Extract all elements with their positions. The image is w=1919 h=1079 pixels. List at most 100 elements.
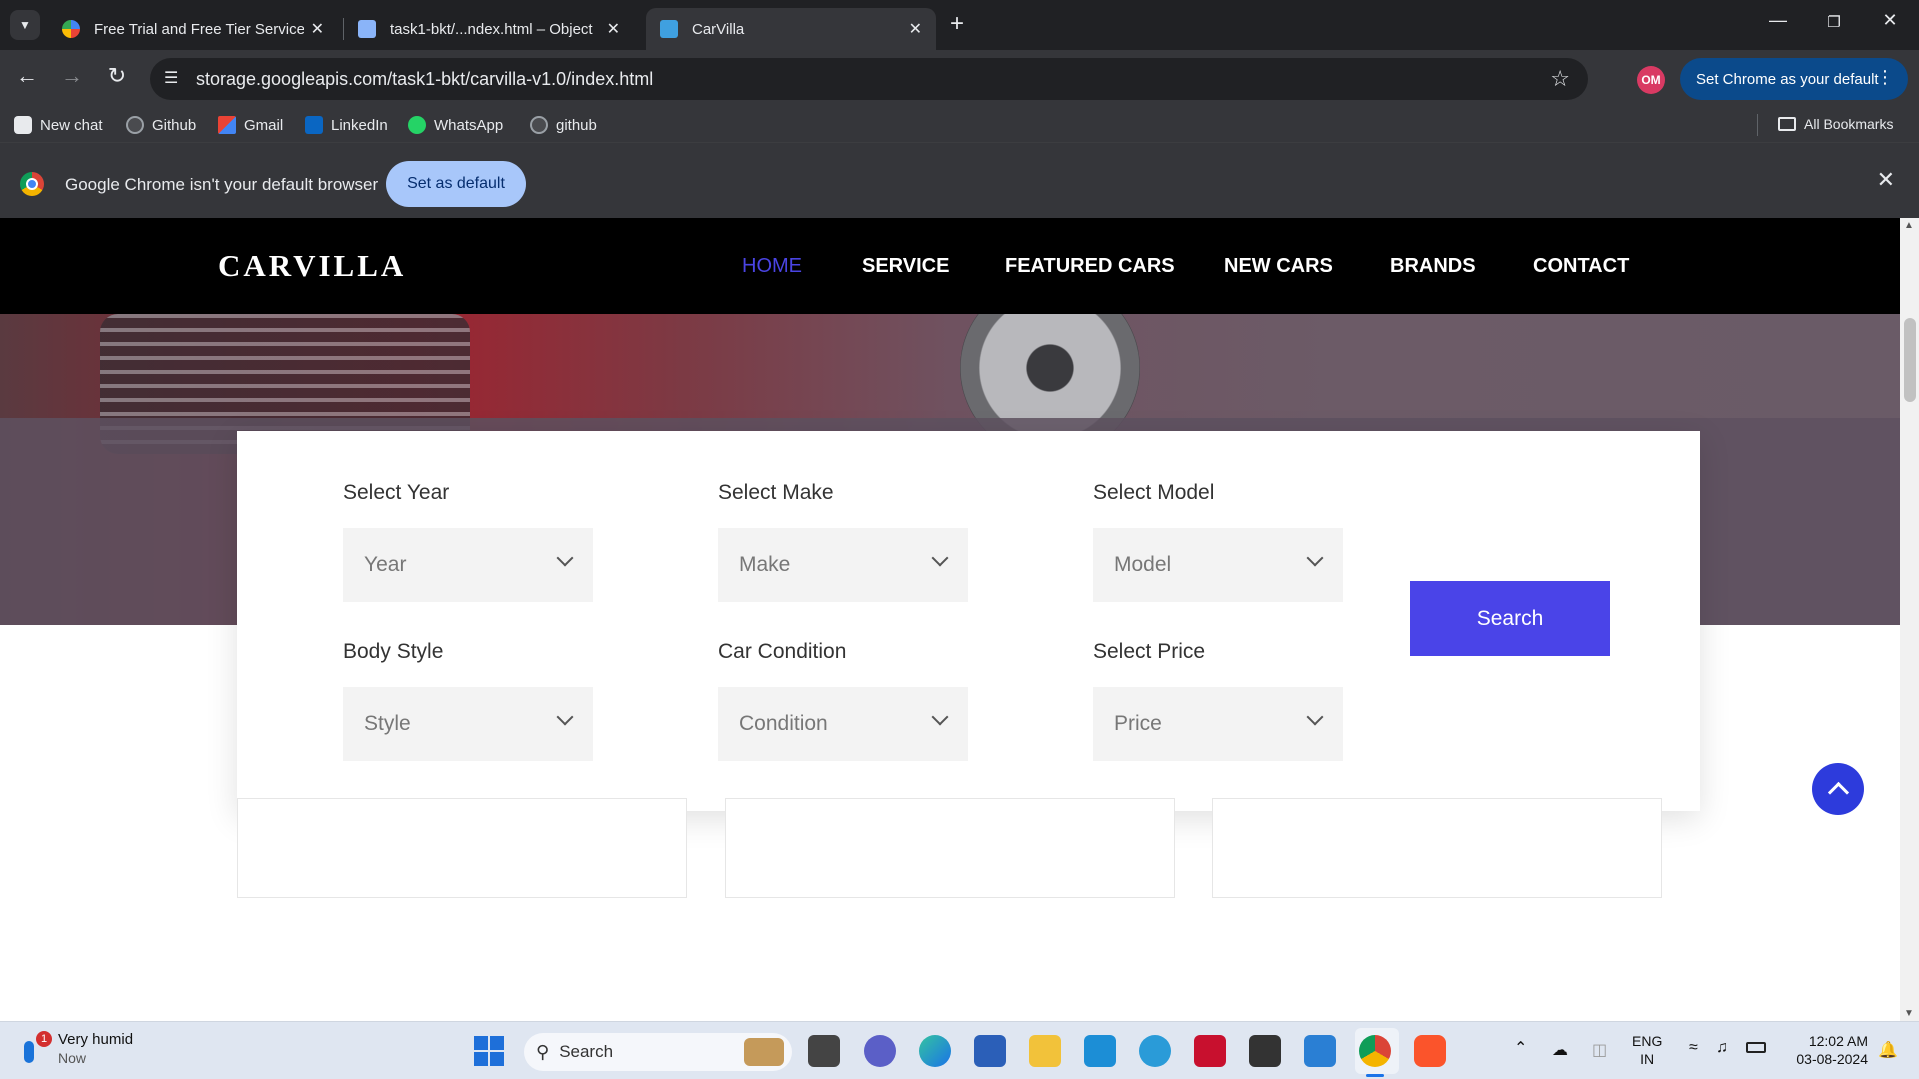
nav-contact[interactable]: CONTACT: [1533, 255, 1629, 278]
style-select[interactable]: Style: [343, 687, 593, 761]
wifi-icon[interactable]: ≈: [1689, 1039, 1698, 1057]
bookmark-github-2[interactable]: github: [530, 116, 597, 134]
language-indicator[interactable]: ENG IN: [1632, 1032, 1662, 1068]
bookmark-whatsapp[interactable]: WhatsApp: [408, 116, 503, 134]
bookmark-label: Gmail: [244, 116, 284, 134]
service-card: [237, 798, 687, 898]
close-infobar-icon[interactable]: ✕: [1877, 167, 1895, 193]
scroll-to-top-button[interactable]: [1812, 763, 1864, 815]
all-bookmarks-button[interactable]: All Bookmarks: [1778, 116, 1893, 132]
volume-icon[interactable]: ♫: [1716, 1039, 1728, 1057]
taskbar-search[interactable]: ⚲ Search: [524, 1033, 792, 1071]
bookmark-label: LinkedIn: [331, 116, 388, 134]
taskbar-clock[interactable]: 12:02 AM 03-08-2024: [1786, 1032, 1868, 1068]
set-chrome-default-button[interactable]: Set Chrome as your default ⋮: [1680, 58, 1908, 100]
service-card: [1212, 798, 1662, 898]
reload-icon[interactable]: ↻: [102, 63, 132, 89]
bookmark-label: New chat: [40, 116, 103, 134]
tab-object[interactable]: task1-bkt/...ndex.html – Object ✕: [344, 8, 634, 50]
new-tab-button[interactable]: +: [950, 10, 964, 38]
chevron-down-icon: [556, 708, 574, 726]
weather-text: Very humid: [58, 1031, 134, 1048]
page-viewport: CARVILLA HOME SERVICE FEATURED CARS NEW …: [0, 218, 1900, 1021]
tab-title: task1-bkt/...ndex.html – Object: [390, 20, 593, 38]
weather-widget[interactable]: 1 Very humid Now: [20, 1030, 133, 1068]
bookmark-star-icon[interactable]: ☆: [1550, 66, 1570, 92]
scrollbar-thumb[interactable]: [1904, 318, 1916, 402]
teams-chat-icon[interactable]: [864, 1035, 896, 1067]
select-value: Model: [1114, 553, 1172, 576]
close-window-button[interactable]: ✕: [1870, 10, 1910, 31]
bookmark-label: WhatsApp: [434, 116, 504, 134]
field-label-model: Select Model: [1093, 481, 1215, 504]
edge-icon[interactable]: [919, 1035, 951, 1067]
notifications-bell-icon[interactable]: 🔔: [1878, 1040, 1898, 1060]
price-select[interactable]: Price: [1093, 687, 1343, 761]
search-button[interactable]: Search: [1410, 581, 1610, 656]
nav-home[interactable]: HOME: [742, 255, 802, 278]
select-value: Price: [1114, 712, 1162, 735]
microsoft-store-icon[interactable]: [974, 1035, 1006, 1067]
linkedin-icon: [305, 116, 323, 134]
onedrive-icon[interactable]: ☁: [1552, 1040, 1568, 1060]
chatgpt-icon: [14, 116, 32, 134]
mysql-icon[interactable]: [1249, 1035, 1281, 1067]
bookmark-new-chat[interactable]: New chat: [14, 116, 103, 134]
tab-free-trial[interactable]: Free Trial and Free Tier Services ✕: [48, 8, 338, 50]
tab-search-button[interactable]: ▼: [10, 10, 40, 40]
select-value: Year: [364, 553, 407, 576]
scroll-down-icon[interactable]: ▼: [1904, 1008, 1914, 1019]
minimize-button[interactable]: —: [1758, 10, 1798, 31]
clock-date: 03-08-2024: [1796, 1051, 1868, 1067]
mcafee-icon[interactable]: [1194, 1035, 1226, 1067]
car-search-form: Select Year Year Select Make Make Select…: [237, 431, 1700, 811]
address-bar[interactable]: ☰ storage.googleapis.com/task1-bkt/carvi…: [150, 58, 1588, 100]
service-card: [725, 798, 1175, 898]
default-browser-infobar: Google Chrome isn't your default browser…: [0, 142, 1919, 218]
nav-new-cars[interactable]: NEW CARS: [1224, 255, 1333, 278]
region-code: IN: [1640, 1051, 1655, 1067]
back-icon[interactable]: ←: [12, 63, 42, 89]
close-tab-icon[interactable]: ✕: [311, 19, 324, 39]
nav-featured-cars[interactable]: FEATURED CARS: [1005, 255, 1175, 278]
profile-avatar[interactable]: OM: [1637, 66, 1665, 94]
task-view-icon[interactable]: [808, 1035, 840, 1067]
make-select[interactable]: Make: [718, 528, 968, 602]
battery-icon[interactable]: [1746, 1042, 1766, 1053]
page-scrollbar[interactable]: ▲ ▼: [1900, 218, 1919, 1021]
file-explorer-icon[interactable]: [1029, 1035, 1061, 1067]
windows-start-icon[interactable]: [474, 1036, 504, 1066]
url-text: storage.googleapis.com/task1-bkt/carvill…: [196, 69, 654, 89]
field-label-body-style: Body Style: [343, 640, 444, 663]
myhp-icon[interactable]: [1084, 1035, 1116, 1067]
chrome-icon[interactable]: [1359, 1035, 1391, 1067]
tab-carvilla[interactable]: CarVilla ✕: [646, 8, 936, 50]
set-as-default-button[interactable]: Set as default: [386, 161, 526, 207]
field-label-year: Select Year: [343, 481, 450, 504]
condition-select[interactable]: Condition: [718, 687, 968, 761]
bookmark-gmail[interactable]: Gmail: [218, 116, 283, 134]
bookmark-github[interactable]: Github: [126, 116, 196, 134]
brave-icon[interactable]: [1414, 1035, 1446, 1067]
year-select[interactable]: Year: [343, 528, 593, 602]
site-info-icon[interactable]: ☰: [164, 68, 178, 88]
vscode-icon[interactable]: [1304, 1035, 1336, 1067]
storage-bucket-icon: [358, 20, 376, 38]
site-logo[interactable]: CARVILLA: [218, 248, 406, 284]
scroll-up-icon[interactable]: ▲: [1904, 220, 1914, 231]
cast-icon[interactable]: ◫: [1592, 1040, 1607, 1060]
restore-button[interactable]: ❐: [1814, 13, 1854, 31]
close-tab-icon[interactable]: ✕: [909, 19, 922, 39]
model-select[interactable]: Model: [1093, 528, 1343, 602]
select-value: Condition: [739, 712, 828, 735]
menu-kebab-icon[interactable]: ⋮: [1876, 67, 1894, 88]
close-tab-icon[interactable]: ✕: [607, 19, 620, 39]
nav-brands[interactable]: BRANDS: [1390, 255, 1476, 278]
bookmark-linkedin[interactable]: LinkedIn: [305, 116, 388, 134]
show-hidden-icons-icon[interactable]: ⌃: [1514, 1038, 1527, 1058]
nav-service[interactable]: SERVICE: [862, 255, 949, 278]
forward-icon[interactable]: →: [57, 63, 87, 89]
help-icon[interactable]: [1139, 1035, 1171, 1067]
chevron-down-icon: [556, 549, 574, 567]
folder-icon: [1778, 117, 1796, 131]
